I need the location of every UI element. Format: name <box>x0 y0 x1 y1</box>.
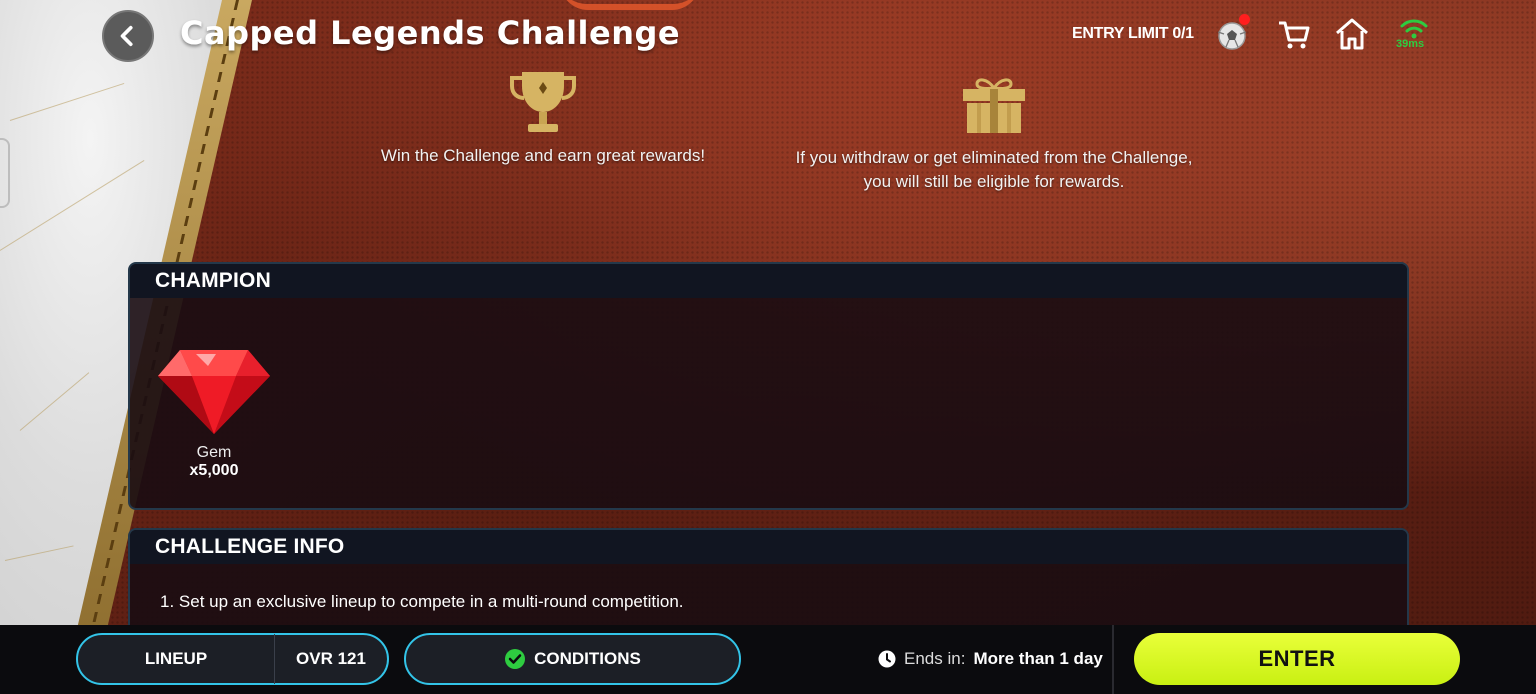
trophy-icon <box>510 72 576 132</box>
lineup-label: LINEUP <box>144 649 208 668</box>
conditions-label: CONDITIONS <box>534 649 641 668</box>
ping-readout: 39ms <box>1396 38 1425 50</box>
reward-name: Gem <box>196 444 232 461</box>
home-button[interactable] <box>1332 14 1372 54</box>
challenge-info-line: 1. Set up an exclusive lineup to compete… <box>160 592 684 611</box>
check-circle-icon <box>505 649 526 669</box>
reward-item[interactable]: Gem x5,000 <box>154 346 274 480</box>
challenge-info-panel: CHALLENGE INFO 1. Set up an exclusive li… <box>128 528 1409 638</box>
bottom-bar: LINEUP OVR 121 CONDITIONS Ends in: More … <box>0 625 1536 694</box>
divider <box>1112 625 1114 694</box>
ends-value: More than 1 day <box>973 649 1103 668</box>
home-icon <box>1336 18 1368 50</box>
win-rewards-text: Win the Challenge and earn great rewards… <box>380 146 706 165</box>
back-button[interactable] <box>102 10 154 62</box>
champion-heading: CHAMPION <box>130 264 1407 298</box>
cart-icon <box>1279 21 1310 49</box>
title-decoration <box>560 0 700 10</box>
ovr-label: OVR 121 <box>296 649 366 668</box>
ends-in-timer: Ends in: More than 1 day <box>878 649 1103 669</box>
ends-label: Ends in: <box>904 649 966 668</box>
withdraw-rewards-info: If you withdraw or get eliminated from t… <box>790 76 1198 194</box>
side-drawer-handle[interactable] <box>0 138 10 208</box>
challenge-info-heading: CHALLENGE INFO <box>130 530 1407 564</box>
entry-limit: ENTRY LIMIT 0/1 <box>1072 25 1194 42</box>
reward-quantity: x5,000 <box>189 462 239 479</box>
lineup-button[interactable]: LINEUP OVR 121 <box>76 633 389 685</box>
win-rewards-info: Win the Challenge and earn great rewards… <box>340 68 746 168</box>
football-icon-button[interactable] <box>1212 14 1252 54</box>
clock-icon <box>878 650 896 668</box>
chevron-left-icon <box>120 25 133 47</box>
withdraw-rewards-text: If you withdraw or get eliminated from t… <box>795 148 1193 191</box>
conditions-button[interactable]: CONDITIONS <box>404 633 741 685</box>
shop-button[interactable] <box>1274 14 1314 54</box>
champion-panel: CHAMPION Gem x5,000 <box>128 262 1409 510</box>
gift-icon <box>963 78 1025 133</box>
enter-button[interactable]: ENTER <box>1134 633 1460 685</box>
gem-icon <box>158 350 270 434</box>
page-title: Capped Legends Challenge <box>180 14 681 52</box>
notification-dot <box>1239 14 1250 25</box>
